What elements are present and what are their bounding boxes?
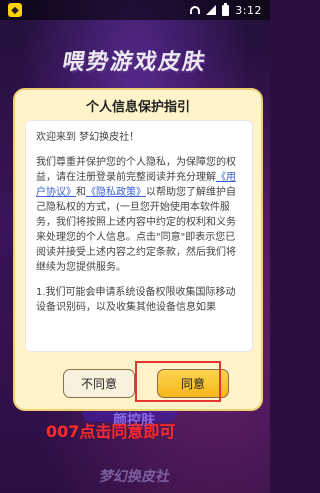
privacy-content[interactable]: 欢迎来到 梦幻换皮社！ 我们尊重并保护您的个人隐私，为保障您的权益，请在注册登录… bbox=[25, 120, 253, 352]
privacy-text-part2: 以帮助您了解维护自己隐私权的方式，(一旦您开始使用本软件服务，我们将按照上述内容… bbox=[36, 187, 236, 273]
permission-paragraph: 1.我们可能会申请系统设备权限收集国际移动设备识别码，以及收集其他设备信息如果 bbox=[36, 287, 236, 313]
wifi-icon bbox=[190, 6, 201, 14]
dialog-title: 个人信息保护指引 bbox=[85, 100, 190, 115]
background-bottom-text: 梦幻换皮社 bbox=[98, 469, 172, 485]
status-bar: ◆ 3:12 bbox=[0, 0, 270, 20]
greeting-text: 欢迎来到 梦幻换皮社！ bbox=[36, 132, 140, 143]
background-title: 喂势游戏皮肤 bbox=[60, 50, 209, 75]
highlight-box bbox=[135, 361, 221, 402]
status-icons: 3:12 bbox=[190, 2, 262, 17]
and-text: 和 bbox=[76, 187, 86, 198]
annotation-caption: 007点击同意即可 bbox=[46, 422, 176, 441]
notification-icon: ◆ bbox=[8, 3, 22, 17]
status-time: 3:12 bbox=[235, 3, 262, 17]
privacy-text-part1: 我们尊重并保护您的个人隐私，为保障您的权益，请在注册登录前完整阅读并充分理解 bbox=[36, 157, 236, 183]
signal-icon bbox=[206, 5, 217, 15]
privacy-paragraph: 我们尊重并保护您的个人隐私，为保障您的权益，请在注册登录前完整阅读并充分理解《用… bbox=[36, 155, 244, 275]
disagree-button[interactable]: 不同意 bbox=[63, 369, 135, 398]
privacy-policy-link[interactable]: 《隐私政策》 bbox=[86, 187, 146, 198]
battery-icon bbox=[222, 2, 230, 16]
